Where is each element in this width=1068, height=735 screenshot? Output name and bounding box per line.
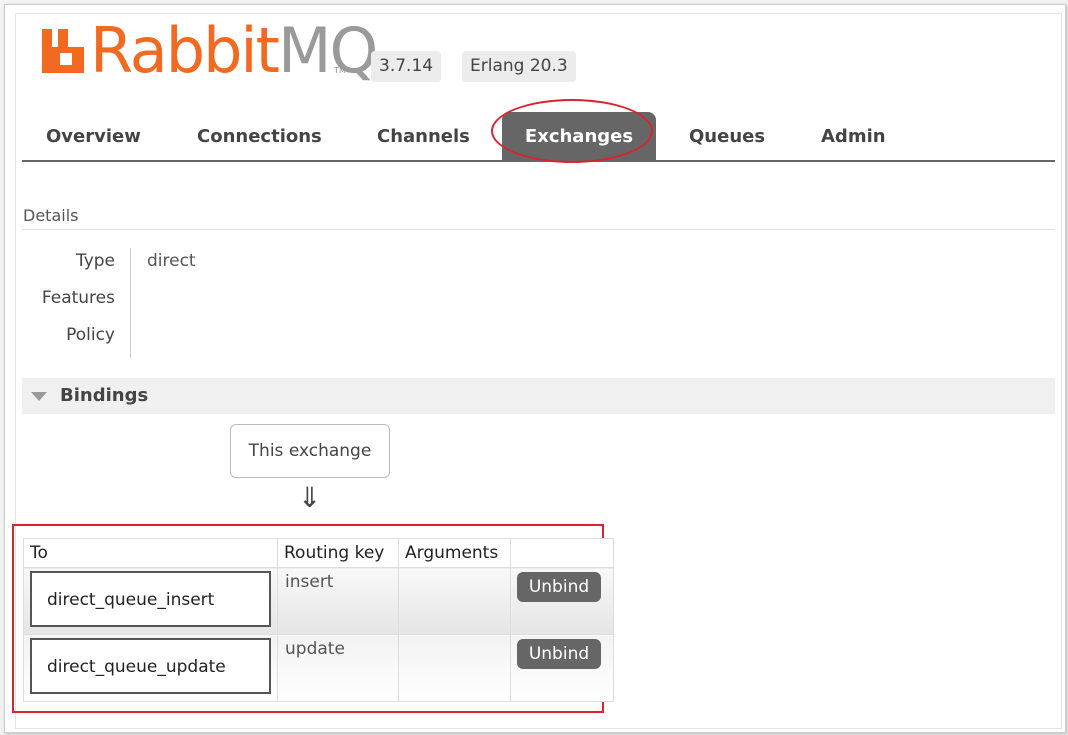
arguments-cell <box>399 568 510 576</box>
column-header-to: To <box>23 538 278 568</box>
column-header-actions <box>510 538 614 568</box>
detail-key-features: Features <box>41 288 115 308</box>
details-divider <box>22 229 1055 230</box>
bindings-section-header[interactable]: Bindings <box>22 378 1055 414</box>
tab-connections[interactable]: Connections <box>197 112 322 160</box>
tab-admin[interactable]: Admin <box>821 112 886 160</box>
tab-channels[interactable]: Channels <box>377 112 470 160</box>
details-separator <box>130 248 131 358</box>
unbind-button[interactable]: Unbind <box>517 572 601 602</box>
queue-link-insert[interactable]: direct_queue_insert <box>30 571 271 627</box>
down-arrow-icon: ⇓ <box>298 481 322 514</box>
rabbitmq-logo-icon <box>42 29 84 73</box>
routing-key-cell: insert <box>285 572 334 592</box>
table-row: direct_queue_update update Unbind <box>23 634 614 702</box>
rabbitmq-logo-text: RabbitMQ <box>90 14 378 87</box>
column-header-routing-key: Routing key <box>277 538 399 568</box>
bindings-heading: Bindings <box>60 385 149 406</box>
detail-key-policy: Policy <box>66 325 115 345</box>
detail-value-type: direct <box>147 251 196 271</box>
column-header-arguments: Arguments <box>398 538 511 568</box>
table-row: direct_queue_insert insert Unbind <box>23 567 614 635</box>
tab-queues[interactable]: Queues <box>689 112 765 160</box>
collapse-triangle-icon[interactable] <box>31 392 47 401</box>
tab-overview[interactable]: Overview <box>46 112 141 160</box>
arguments-cell <box>399 635 510 643</box>
highlight-circle <box>491 99 653 163</box>
version-badge: 3.7.14 <box>371 51 442 82</box>
routing-key-cell: update <box>285 639 345 659</box>
erlang-badge: Erlang 20.3 <box>462 51 576 82</box>
unbind-button[interactable]: Unbind <box>517 639 601 669</box>
this-exchange-box: This exchange <box>230 424 390 478</box>
details-heading: Details <box>23 206 79 225</box>
detail-key-type: Type <box>75 251 115 271</box>
queue-link-update[interactable]: direct_queue_update <box>30 638 271 694</box>
logo-trademark: TM <box>334 66 346 75</box>
bindings-table: To Routing key Arguments direct_queue_in… <box>23 538 614 702</box>
